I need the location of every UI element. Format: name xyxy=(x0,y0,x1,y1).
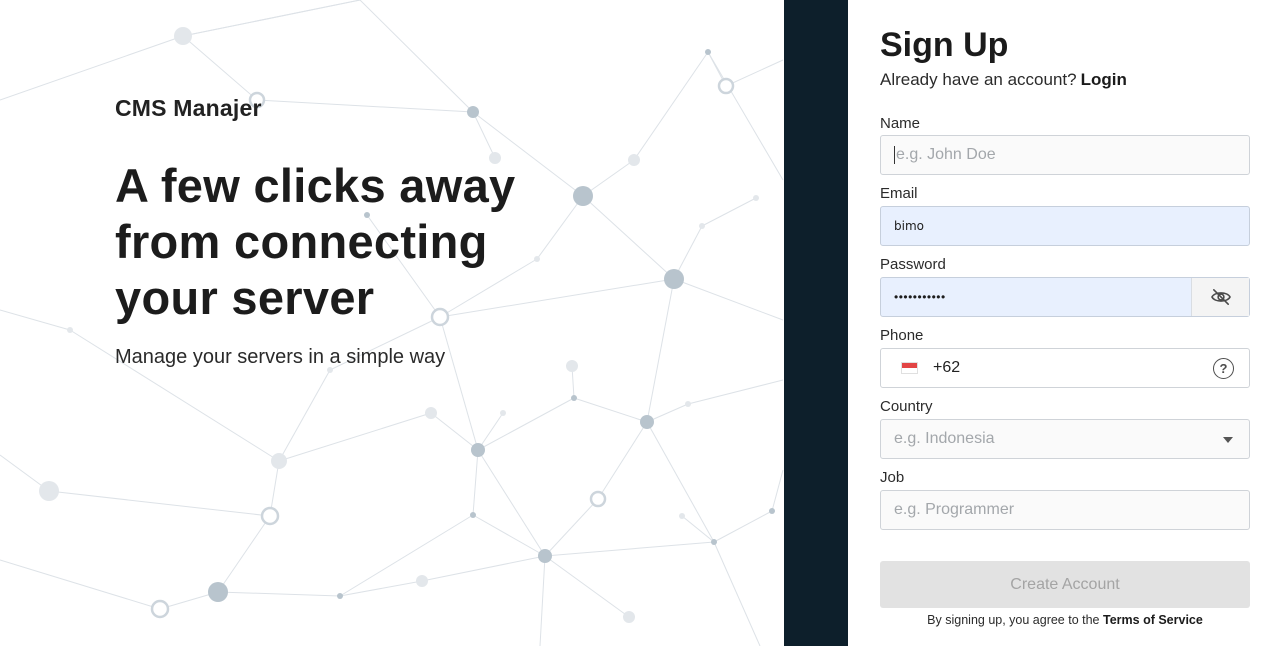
hero-headline: A few clicks away from connecting your s… xyxy=(115,158,585,326)
hero-tagline: Manage your servers in a simple way xyxy=(115,346,446,368)
terms-link[interactable]: Terms of Service xyxy=(1103,613,1203,627)
chevron-down-icon xyxy=(1223,437,1233,443)
form-title: Sign Up xyxy=(880,26,1009,64)
help-circle-icon[interactable]: ? xyxy=(1213,358,1234,379)
login-link[interactable]: Login xyxy=(1081,70,1127,89)
signup-page: CMS Manajer A few clicks away from conne… xyxy=(0,0,1274,646)
phone-input[interactable]: +62 ? xyxy=(880,348,1250,388)
email-input[interactable]: bimo xyxy=(880,206,1250,246)
phone-country-code: +62 xyxy=(933,359,961,376)
country-placeholder: e.g. Indonesia xyxy=(894,430,995,447)
login-prompt-text: Already have an account? xyxy=(880,70,1077,89)
phone-label: Phone xyxy=(880,327,924,344)
brand-name: CMS Manajer xyxy=(115,95,262,121)
country-label: Country xyxy=(880,398,933,415)
name-label: Name xyxy=(880,115,921,132)
name-placeholder: e.g. John Doe xyxy=(896,146,996,163)
job-placeholder: e.g. Programmer xyxy=(894,501,1015,518)
terms-prefix: By signing up, you agree to the xyxy=(927,613,1100,627)
email-label: Email xyxy=(880,185,918,202)
name-input[interactable]: e.g. John Doe xyxy=(880,135,1250,175)
login-prompt: Already have an account? Login xyxy=(880,70,1127,90)
headline-line-3: your server xyxy=(115,271,375,324)
password-value: ••••••••••• xyxy=(894,290,946,304)
indonesia-flag-icon[interactable] xyxy=(901,362,918,374)
job-input[interactable]: e.g. Programmer xyxy=(880,490,1250,530)
password-label: Password xyxy=(880,256,946,273)
hero-section: CMS Manajer A few clicks away from conne… xyxy=(0,0,784,646)
text-caret xyxy=(894,146,895,164)
country-select[interactable]: e.g. Indonesia xyxy=(880,419,1250,459)
email-value: bimo xyxy=(894,219,924,233)
job-label: Job xyxy=(880,469,905,486)
headline-line-1: A few clicks away xyxy=(115,159,516,212)
password-input[interactable]: ••••••••••• xyxy=(880,277,1250,317)
create-account-button[interactable]: Create Account xyxy=(880,561,1250,608)
divider-strip xyxy=(784,0,848,646)
headline-line-2: from connecting xyxy=(115,215,488,268)
eye-off-icon[interactable] xyxy=(1191,278,1249,316)
terms-notice: By signing up, you agree to the Terms of… xyxy=(880,613,1250,627)
signup-form: Sign Up Already have an account? Login Na… xyxy=(848,0,1274,646)
